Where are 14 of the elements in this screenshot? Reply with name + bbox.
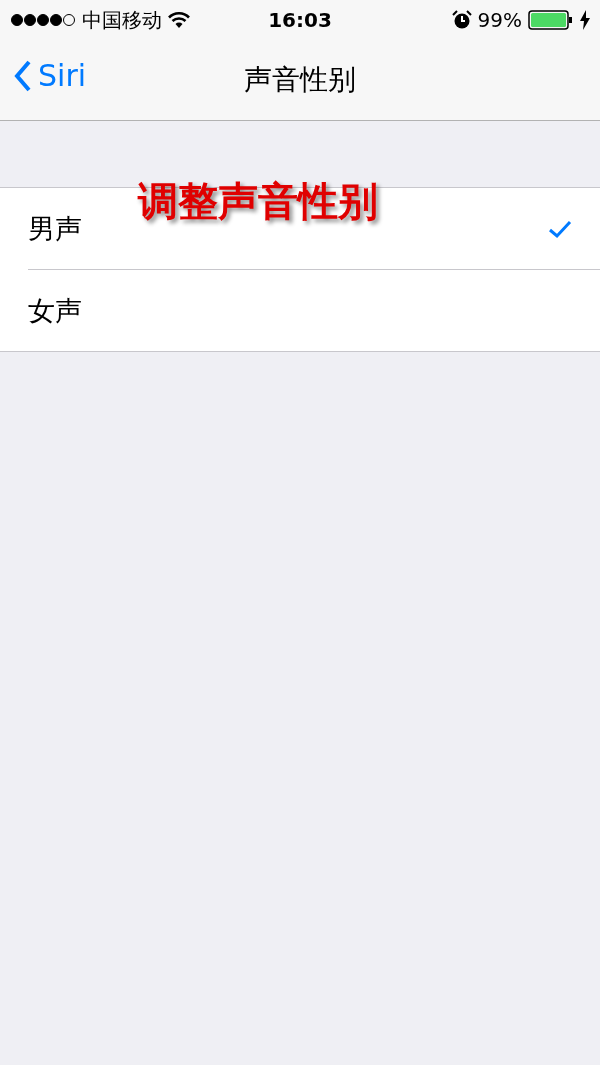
option-label[interactable]: 男声 [28,212,82,244]
signal-icon [10,13,76,27]
carrier-name: 中国移动 [82,6,162,34]
wifi-icon [168,11,190,29]
annotation-text: 调整声音性别 [138,176,378,226]
option-label[interactable]: 女声 [28,294,82,326]
nav-title: 声音性别 [244,62,356,98]
charging-icon [580,10,590,30]
battery-percent: 99% [477,8,522,32]
clock-time: 16:03 [268,8,332,32]
back-chevron-icon [14,59,32,92]
alarm-icon [451,10,472,30]
battery-icon [528,10,574,30]
back-button[interactable]: Siri [14,58,87,93]
